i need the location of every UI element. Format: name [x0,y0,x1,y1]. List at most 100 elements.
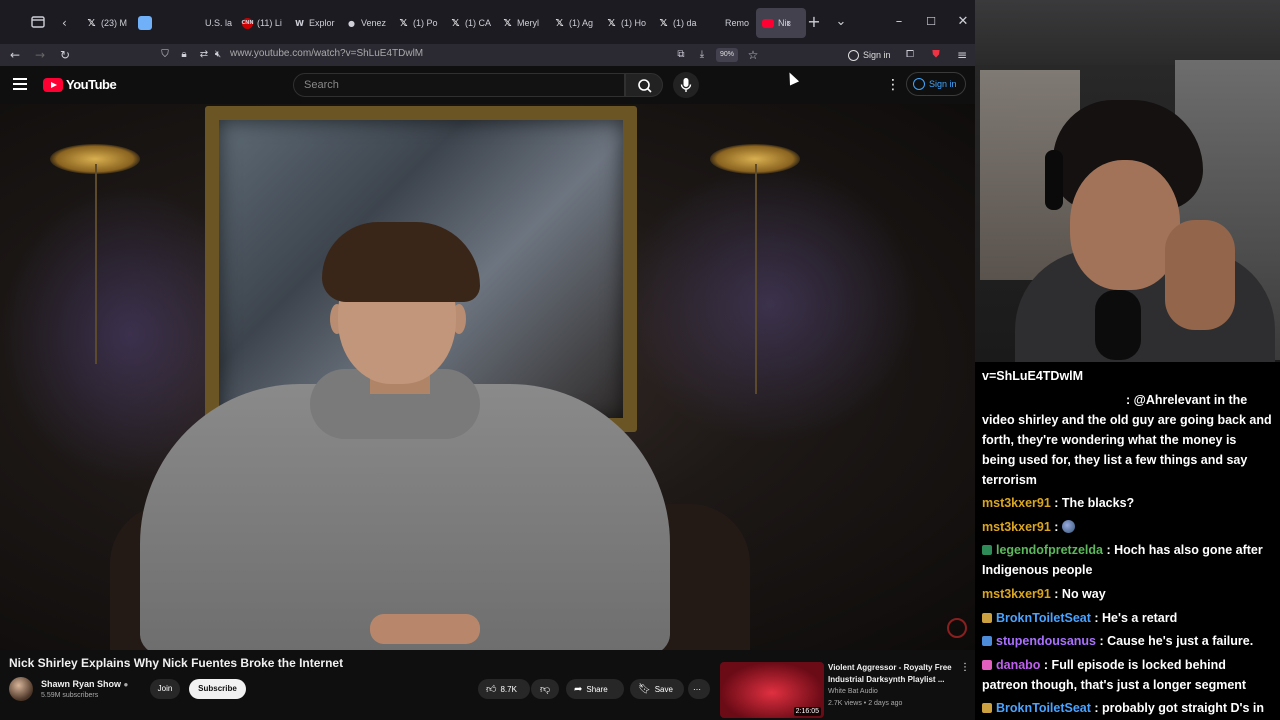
shield-icon[interactable]: ⛉ [157,47,173,63]
guide-menu-icon[interactable] [13,78,27,90]
chat-text: : Cause he's just a failure. [1096,634,1254,649]
channel-name[interactable]: Shawn Ryan Show ● [41,679,128,689]
tab-label: (11) Li [257,18,282,28]
browser-nav-bar: ← → ↻ ⛉ 🔒︎ ⇄ 🔇︎ www.youtube.com/watch?v=… [0,44,975,66]
browser-tab[interactable] [132,8,184,38]
browser-tab[interactable]: 𝕏 (1) Ho [600,8,652,38]
chat-badge-icon [982,703,992,714]
thumbs-down-icon: 👎︎ [540,684,551,695]
browser-tab[interactable]: CNN (11) Li [236,8,288,38]
chat-username[interactable]: BroknToiletSeat [996,611,1091,625]
ublock-icon[interactable]: ⛊ [928,47,944,63]
verified-icon: ● [123,680,129,689]
voice-search-button[interactable] [673,72,699,98]
tab-overflow-chevron-icon[interactable]: ⌄ [833,14,849,30]
youtube-signin-button[interactable]: Sign in [906,72,966,96]
chat-username[interactable]: mst3kxer91 [982,520,1051,534]
blue-square-icon [138,16,152,30]
chat-username[interactable]: mst3kxer91 [982,496,1051,510]
chat-username[interactable]: danabo [996,658,1040,672]
mute-icon[interactable]: 🔇︎ [210,47,226,63]
recommended-channel[interactable]: White Bat Audio [828,688,878,695]
youtube-icon [762,18,774,28]
chat-badge-icon [982,612,992,623]
chat-badge-icon [982,545,992,556]
address-bar[interactable]: www.youtube.com/watch?v=ShLuE4TDwlM [230,48,423,59]
tab-label: (23) M [101,18,128,28]
youtube-play-icon [43,77,63,92]
youtube-logo[interactable]: YouTube [43,77,117,92]
chat-message: BroknToiletSeat : probably got straight … [982,698,1273,720]
x-icon: 𝕏 [399,17,408,29]
lock-icon[interactable]: 🔒︎ [176,47,192,63]
download-page-icon[interactable]: ⤓ [694,47,710,63]
zoom-level-badge[interactable]: 90% [716,48,738,62]
tab-scroll-right-icon[interactable]: › [786,16,798,30]
chat-text: : He's a retard [1090,610,1178,625]
browser-tab[interactable]: 𝕏 (1) Po [392,8,444,38]
chat-username[interactable]: BroknToiletSeat [996,701,1091,715]
extensions-icon[interactable]: ⧠ [902,47,918,63]
video-player[interactable] [0,104,975,650]
browser-tab[interactable]: W Explor [288,8,340,38]
app-menu-icon[interactable]: ≡ [954,47,970,63]
channel-watermark-icon[interactable] [947,618,967,638]
forward-icon[interactable]: → [32,47,48,63]
subscribe-button[interactable]: Subscribe [189,679,246,699]
share-button[interactable]: ➦ Share [566,679,624,699]
join-button[interactable]: Join [150,679,180,699]
blank-icon [710,18,721,29]
tab-list-icon[interactable] [30,14,46,30]
tab-scroll-left-icon[interactable]: ‹ [62,16,74,30]
browser-tab[interactable]: 𝕏 (1) CA [444,8,496,38]
dislike-button[interactable]: 👎︎ [531,679,559,699]
recommended-meta: 2.7K views • 2 days ago [828,700,903,707]
chat-message: stupendousanus : Cause he's just a failu… [982,631,1273,651]
minimize-icon[interactable]: – [891,14,907,30]
thumbs-up-icon: 👍︎ [486,684,497,695]
like-button[interactable]: 👍︎ 8.7K [478,679,530,699]
chat-badge-icon [982,636,992,647]
browser-tab[interactable]: 𝕏 (1) Ag [548,8,600,38]
browser-tab[interactable]: ● Venez [340,8,392,38]
close-window-icon[interactable]: ✕ [955,14,971,30]
chat-text: : @Ahrelevant in the video shirley and t… [982,392,1272,487]
microphone-icon [680,78,692,92]
x-icon: 𝕏 [451,17,460,29]
more-actions-icon[interactable]: ⋯ [688,679,710,699]
chat-username[interactable]: stupendousanus [996,634,1096,648]
recommended-thumbnail[interactable]: 2:16:05 [720,662,824,718]
browser-account-button[interactable]: Sign in [848,47,891,63]
maximize-icon[interactable]: ☐ [923,14,939,30]
picture-in-picture-icon[interactable]: ⧉ [673,47,689,63]
recommended-duration: 2:16:05 [793,707,821,716]
search-button[interactable] [625,73,663,97]
tab-label: (1) Ag [569,18,594,28]
settings-kebab-icon[interactable]: ⋮ [886,77,900,93]
chat-badge-icon [982,659,992,670]
browser-tab[interactable]: U.S. la [184,8,236,38]
browser-tab-bar: ‹ 𝕏 (23) M U.S. la CNN (11) Li W Explor ● Venez 𝕏… [0,0,975,44]
search-input[interactable]: Search [293,73,625,97]
save-button[interactable]: 🔖︎ Save [630,679,684,699]
youtube-signin-label: Sign in [929,79,957,89]
new-tab-icon[interactable]: + [806,14,822,30]
chat-username[interactable]: mst3kxer91 [982,587,1051,601]
recommended-menu-icon[interactable]: ⋮ [960,662,970,673]
channel-avatar[interactable] [9,677,33,701]
reload-icon[interactable]: ↻ [57,47,73,63]
recommended-title[interactable]: Violent Aggressor - Royalty Free Industr… [828,662,958,686]
browser-tab[interactable]: Remo [704,8,756,38]
x-icon: 𝕏 [87,17,96,29]
wp-icon: W [295,18,304,28]
chat-message: mst3kxer91 : The blacks? [982,493,1273,513]
chat-username[interactable]: legendofpretzelda [996,543,1103,557]
chat-url-fragment: v=ShLuE4TDwlM [982,369,1084,383]
browser-tab[interactable]: 𝕏 (23) M [80,8,132,38]
bookmark-star-icon[interactable]: ☆ [745,47,761,63]
back-icon[interactable]: ← [7,47,23,63]
chat-icon: ● [348,18,355,28]
browser-tab[interactable]: Nic [756,8,806,38]
browser-tab[interactable]: 𝕏 Meryl [496,8,548,38]
browser-tab[interactable]: 𝕏 (1) da [652,8,704,38]
